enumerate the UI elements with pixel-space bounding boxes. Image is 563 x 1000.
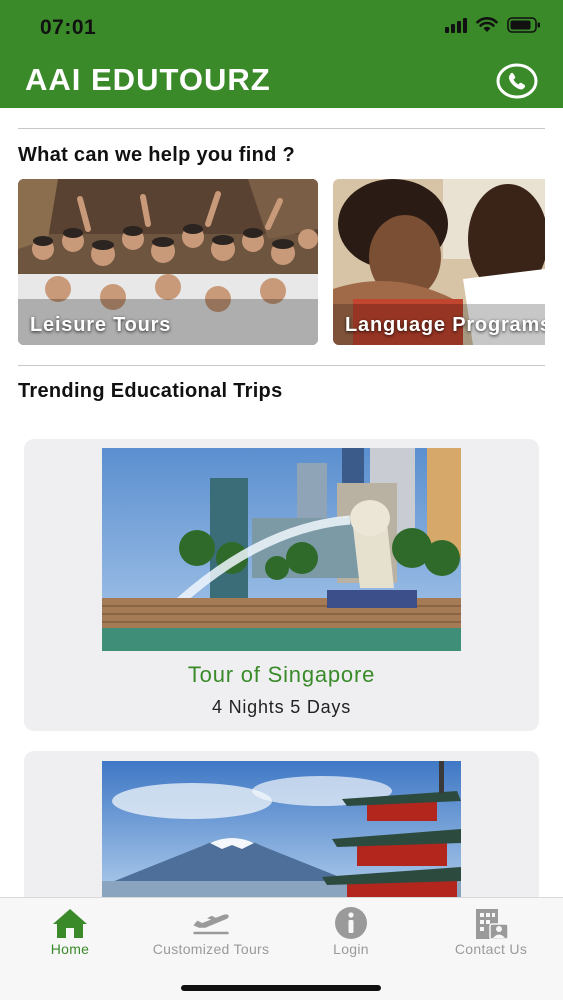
tab-label: Login bbox=[333, 941, 369, 957]
trip-image bbox=[102, 448, 461, 651]
status-icons bbox=[445, 17, 541, 33]
trip-card-japan[interactable] bbox=[24, 751, 539, 911]
trip-card-singapore[interactable]: Tour of Singapore 4 Nights 5 Days bbox=[24, 439, 539, 731]
tab-login[interactable]: Login bbox=[281, 898, 421, 968]
airplane-icon bbox=[191, 906, 231, 940]
help-section-title: What can we help you find ? bbox=[18, 144, 295, 166]
building-contact-icon bbox=[471, 906, 511, 940]
phone-icon bbox=[496, 63, 538, 99]
status-bar: 07:01 bbox=[0, 0, 563, 54]
trip-duration: 4 Nights 5 Days bbox=[211, 697, 352, 717]
app-header: 07:01 AAI EDUTOURZ bbox=[0, 0, 563, 108]
home-icon bbox=[50, 906, 90, 940]
status-time: 07:01 bbox=[40, 16, 97, 39]
divider bbox=[18, 365, 545, 366]
singapore-merlion-photo bbox=[102, 448, 461, 651]
tab-home[interactable]: Home bbox=[0, 898, 140, 968]
app-title: AAI EDUTOURZ bbox=[25, 62, 271, 97]
tab-contact-us[interactable]: Contact Us bbox=[421, 898, 561, 968]
tab-label: Home bbox=[50, 941, 90, 957]
battery-icon bbox=[507, 17, 540, 33]
tab-label: Contact Us bbox=[454, 941, 528, 957]
category-card-language-programs[interactable]: Language Programs bbox=[333, 179, 545, 345]
trip-image bbox=[102, 761, 461, 911]
category-label: Language Programs bbox=[345, 314, 545, 336]
japan-fuji-pagoda-photo bbox=[102, 761, 461, 911]
trending-section-title: Trending Educational Trips bbox=[18, 380, 283, 402]
tab-label: Customized Tours bbox=[152, 941, 270, 957]
trip-name: Tour of Singapore bbox=[187, 662, 376, 687]
call-button[interactable] bbox=[496, 63, 538, 99]
info-icon bbox=[331, 906, 371, 940]
tab-customized-tours[interactable]: Customized Tours bbox=[141, 898, 281, 968]
divider bbox=[18, 128, 545, 129]
category-label: Leisure Tours bbox=[30, 314, 172, 336]
wifi-icon bbox=[476, 17, 498, 32]
home-indicator bbox=[181, 985, 381, 991]
category-card-leisure-tours[interactable]: Leisure Tours bbox=[18, 179, 318, 345]
cellular-signal-icon bbox=[445, 17, 467, 33]
